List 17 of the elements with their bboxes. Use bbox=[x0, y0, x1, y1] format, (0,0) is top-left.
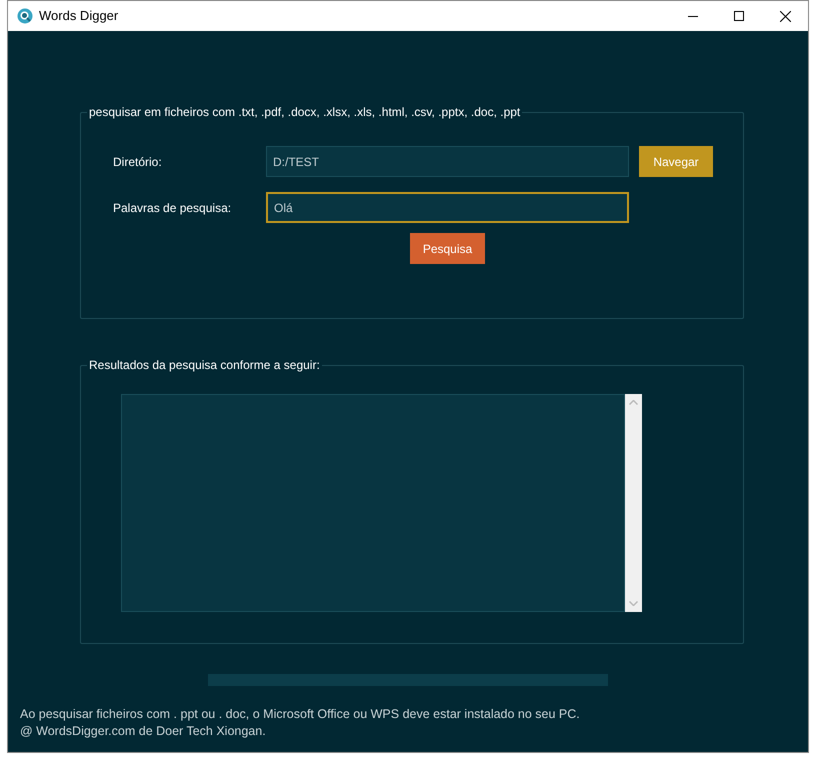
keywords-label: Palavras de pesquisa: bbox=[113, 200, 232, 216]
group-legend: pesquisar em ficheiros com .txt, .pdf, .docx, .xlsx, .xls, .html, .csv, .pptx, .doc, .ppt bbox=[87, 104, 522, 120]
group-legend: Resultados da pesquisa conforme a seguir: bbox=[87, 357, 322, 373]
scrollbar[interactable] bbox=[625, 394, 642, 612]
results-list[interactable] bbox=[121, 394, 625, 612]
window-title: Words Digger bbox=[39, 7, 118, 26]
close-icon bbox=[780, 10, 790, 22]
directory-label: Diretório: bbox=[113, 154, 163, 170]
search-button[interactable]: Pesquisa bbox=[410, 233, 485, 264]
keywords-field[interactable]: Olá bbox=[266, 192, 629, 223]
directory-field[interactable]: D:/TEST bbox=[266, 146, 629, 177]
scroll-down-icon[interactable] bbox=[629, 601, 638, 606]
footer-note: @ WordsDigger.com de Doer Tech Xiongan. bbox=[20, 723, 267, 740]
footer-note: Ao pesquisar ficheiros com . ppt ou . doc, o Microsoft Office ou WPS deve estar instalado no seu PC. bbox=[20, 706, 581, 723]
scroll-up-icon[interactable] bbox=[629, 400, 638, 405]
app-icon bbox=[17, 8, 33, 24]
maximize-icon bbox=[734, 11, 744, 21]
